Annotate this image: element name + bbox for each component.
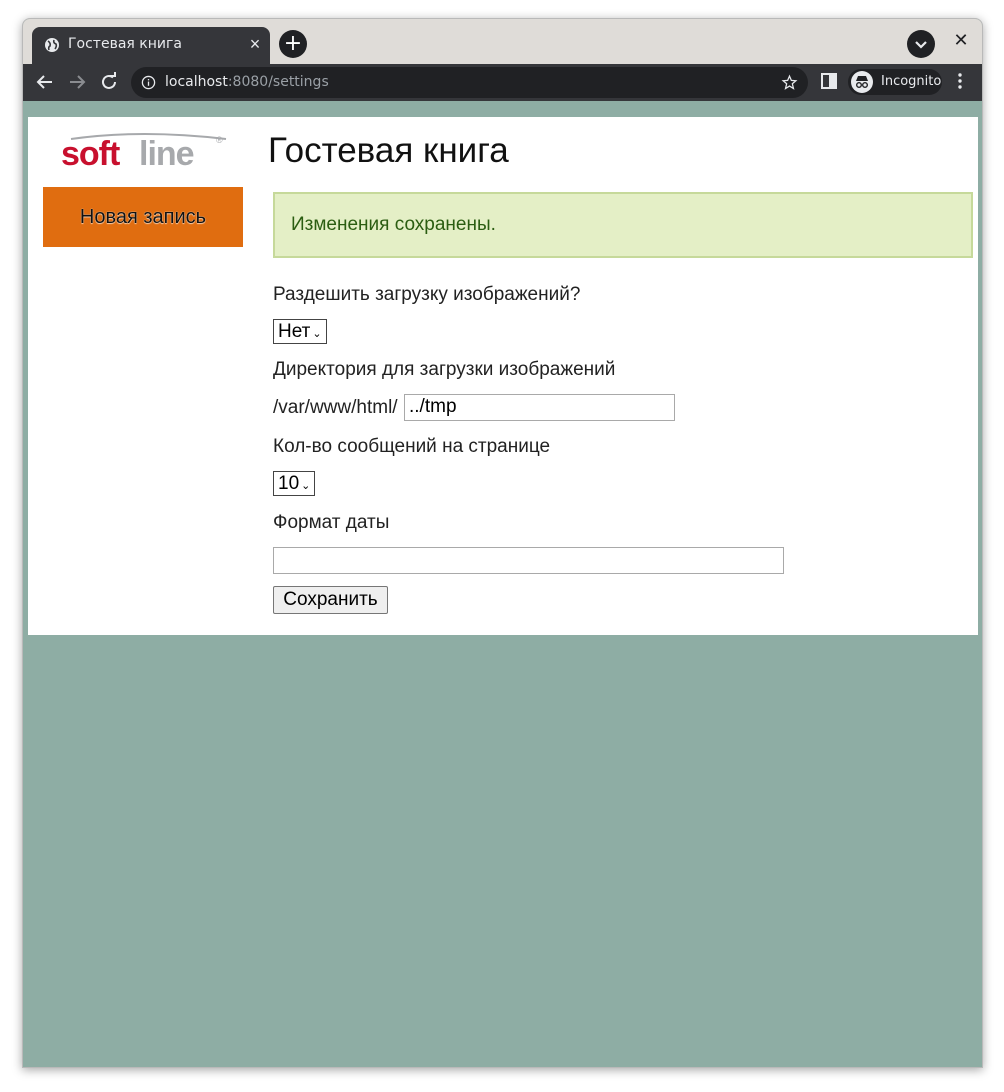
window-close-button[interactable]: ✕ <box>951 31 971 51</box>
reload-icon[interactable] <box>97 70 121 94</box>
save-button[interactable]: Сохранить <box>273 586 388 614</box>
success-alert: Изменения сохранены. <box>273 192 973 258</box>
url-path: :8080/settings <box>227 74 329 90</box>
per-page-select[interactable]: 10 ⌄ <box>273 471 316 496</box>
date-format-label: Формат даты <box>273 512 390 533</box>
info-icon[interactable] <box>141 75 156 90</box>
svg-text:soft: soft <box>61 135 120 171</box>
incognito-icon <box>851 71 873 93</box>
tab-search-button[interactable] <box>907 30 935 58</box>
more-menu-icon[interactable] <box>950 71 970 91</box>
browser-window: Гостевая книга × + ✕ localhost:8080/sett… <box>22 18 983 1068</box>
svg-text:line: line <box>139 135 194 171</box>
page-title: Гостевая книга <box>268 131 509 170</box>
upload-dir-prefix: /var/www/html/ <box>273 397 398 418</box>
browser-tab[interactable]: Гостевая книга × <box>32 27 270 64</box>
chevron-down-icon: ⌄ <box>301 480 311 492</box>
softline-logo[interactable]: soft line ® <box>61 131 231 171</box>
date-format-input[interactable] <box>273 547 784 574</box>
allow-upload-label: Раздешить загрузку изображений? <box>273 284 581 305</box>
upload-dir-input[interactable]: ../tmp <box>404 394 675 421</box>
allow-upload-value: Нет <box>278 321 311 342</box>
address-bar[interactable]: localhost:8080/settings <box>131 67 808 98</box>
side-panel-icon[interactable] <box>819 71 839 91</box>
globe-icon <box>45 38 59 52</box>
incognito-indicator[interactable]: Incognito <box>848 69 942 95</box>
page-content: soft line ® Новая запись Гостевая книга … <box>28 117 978 635</box>
svg-text:®: ® <box>216 135 223 145</box>
tab-title: Гостевая книга <box>68 36 182 52</box>
browser-toolbar: localhost:8080/settings Incognito <box>23 64 982 101</box>
allow-upload-select[interactable]: Нет ⌄ <box>273 319 327 344</box>
new-entry-button[interactable]: Новая запись <box>43 187 243 247</box>
chevron-down-icon: ⌄ <box>312 328 322 340</box>
close-tab-icon[interactable]: × <box>246 35 264 53</box>
forward-arrow-icon[interactable] <box>65 70 89 94</box>
page-viewport: soft line ® Новая запись Гостевая книга … <box>23 101 982 1067</box>
upload-dir-label: Директория для загрузки изображений <box>273 359 616 380</box>
url-host: localhost <box>165 74 228 90</box>
back-arrow-icon[interactable] <box>33 70 57 94</box>
per-page-label: Кол-во сообщений на странице <box>273 436 551 457</box>
tab-strip: Гостевая книга × + ✕ <box>23 19 982 64</box>
incognito-label: Incognito <box>881 74 942 89</box>
per-page-value: 10 <box>278 473 300 494</box>
new-tab-button[interactable]: + <box>279 30 307 58</box>
url-text: localhost:8080/settings <box>165 74 329 90</box>
chevron-down-icon <box>915 41 927 49</box>
star-icon[interactable] <box>781 74 798 91</box>
